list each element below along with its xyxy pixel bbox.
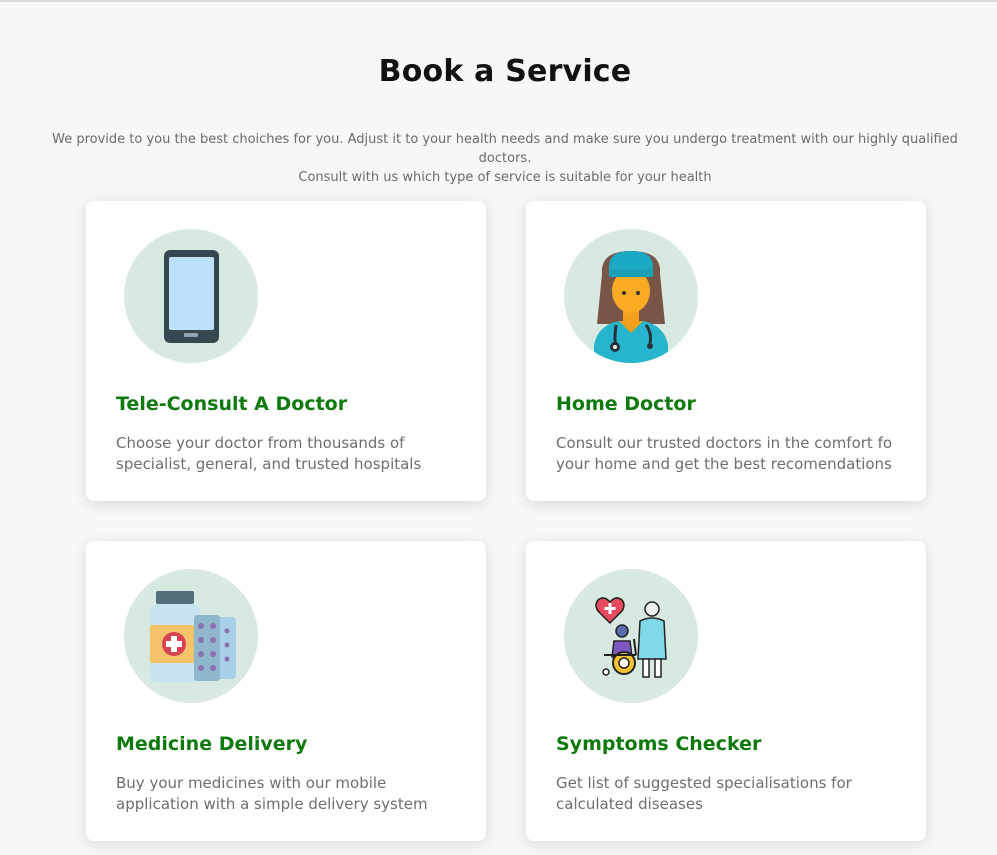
service-card-symptoms-checker[interactable]: Symptoms Checker Get list of suggested s… <box>526 541 926 841</box>
subtitle-line-1: We provide to you the best choiches for … <box>52 132 958 166</box>
smartphone-icon <box>124 229 258 363</box>
medicine-icon <box>124 569 258 703</box>
top-divider <box>0 0 997 2</box>
patient-care-icon <box>564 569 698 703</box>
doctor-icon <box>564 229 698 363</box>
service-card-medicine-delivery[interactable]: Medicine Delivery Buy your medicines wit… <box>86 541 486 841</box>
service-description: Buy your medicines with our mobile appli… <box>116 774 428 813</box>
service-description: Consult our trusted doctors in the comfo… <box>556 434 893 473</box>
service-title: Symptoms Checker <box>556 733 762 755</box>
service-description: Choose your doctor from thousands of spe… <box>116 434 422 473</box>
service-title: Tele-Consult A Doctor <box>116 393 348 415</box>
page-subtitle: We provide to you the best choiches for … <box>40 130 970 187</box>
page-title: Book a Service <box>378 54 632 89</box>
service-card-home-doctor[interactable]: Home Doctor Consult our trusted doctors … <box>526 201 926 501</box>
service-description: Get list of suggested specialisations fo… <box>556 774 852 813</box>
service-card-tele-consult[interactable]: Tele-Consult A Doctor Choose your doctor… <box>86 201 486 501</box>
subtitle-line-2: Consult with us which type of service is… <box>298 170 712 185</box>
service-title: Medicine Delivery <box>116 733 308 755</box>
service-title: Home Doctor <box>556 393 696 415</box>
